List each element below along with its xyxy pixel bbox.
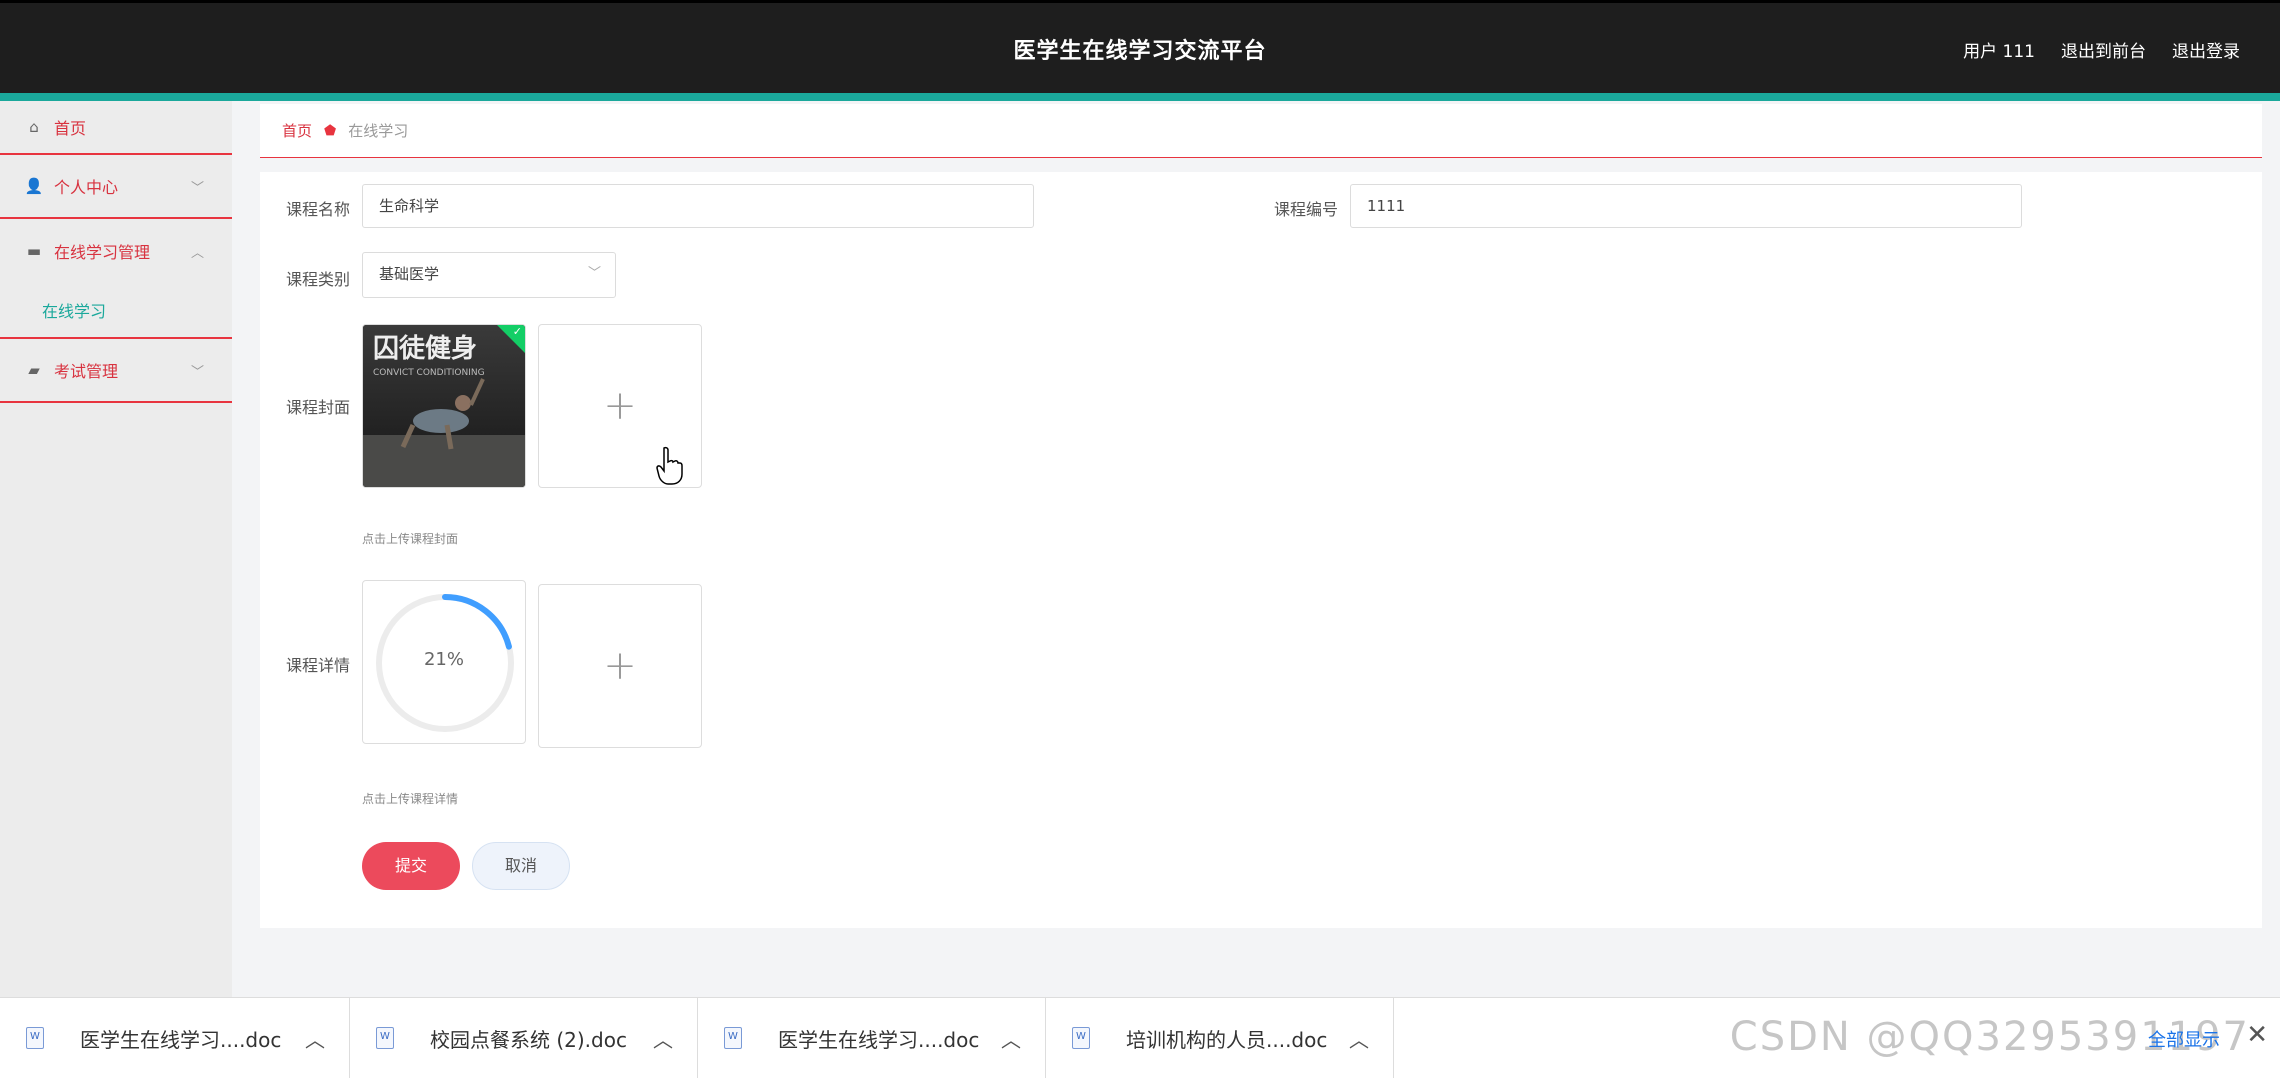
word-doc-icon	[376, 1027, 394, 1049]
course-category-label: 课程类别	[286, 270, 351, 289]
breadcrumb-separator-icon: ⬟	[324, 122, 337, 139]
sidebar-item-exam-mgmt[interactable]: ▰ 考试管理 ﹀	[0, 339, 232, 403]
cover-title: 囚徒健身	[373, 333, 477, 364]
cover-upload-hint: 点击上传课程封面	[362, 532, 459, 546]
course-detail-label: 课程详情	[286, 656, 351, 675]
sidebar-item-label: 个人中心	[54, 178, 119, 197]
back-to-front-link[interactable]: 退出到前台	[2061, 37, 2146, 62]
logout-link[interactable]: 退出登录	[2172, 37, 2240, 62]
detail-upload-button[interactable]: +	[538, 584, 702, 748]
chevron-up-icon[interactable]: ︿	[653, 1024, 673, 1053]
download-filename: 医学生在线学习....doc	[778, 1027, 980, 1052]
header-links: 用户 111 退出到前台 退出登录	[1963, 37, 2240, 62]
sidebar-item-label: 首页	[54, 119, 87, 138]
submit-button[interactable]: 提交	[362, 842, 460, 890]
detail-upload-progress: 21%	[362, 580, 526, 744]
top-header: 医学生在线学习交流平台 用户 111 退出到前台 退出登录	[0, 0, 2280, 93]
progress-percent: 21%	[423, 649, 464, 670]
course-category-value: 基础医学	[379, 265, 440, 283]
hand-cursor-icon	[656, 446, 683, 485]
download-item[interactable]: 医学生在线学习....doc ︿	[0, 998, 350, 1078]
chevron-up-icon[interactable]: ︿	[305, 1024, 325, 1053]
cover-subtitle: CONVICT CONDITIONING	[373, 368, 485, 378]
sidebar-item-label: 考试管理	[54, 362, 119, 381]
breadcrumb-home[interactable]: 首页	[282, 120, 312, 141]
user-icon: 👤	[24, 177, 44, 195]
download-item[interactable]: 培训机构的人员....doc ︿	[1046, 998, 1394, 1078]
word-doc-icon	[724, 1027, 742, 1049]
plus-icon: +	[603, 383, 637, 429]
chevron-up-icon: ︿	[190, 245, 204, 261]
user-label[interactable]: 用户 111	[1963, 37, 2035, 62]
cancel-button[interactable]: 取消	[472, 842, 570, 890]
sidebar: ⌂ 首页 👤 个人中心 ﹀ ▬ 在线学习管理 ︿ 在线学习 ▰ 考试管理 ﹀	[0, 101, 232, 997]
download-item[interactable]: 校园点餐系统 (2).doc ︿	[350, 998, 698, 1078]
chevron-up-icon[interactable]: ︿	[1349, 1024, 1369, 1053]
course-code-input[interactable]: 1111	[1350, 184, 2022, 228]
show-all-downloads-link[interactable]: 全部显示	[2148, 1026, 2220, 1052]
detail-upload-hint: 点击上传课程详情	[362, 792, 459, 806]
app-title: 医学生在线学习交流平台	[1013, 39, 1267, 64]
course-code-label: 课程编号	[1274, 200, 1339, 219]
course-category-select[interactable]: 基础医学 ﹀	[362, 252, 616, 298]
sidebar-item-label: 在线学习管理	[54, 243, 151, 262]
course-cover-label: 课程封面	[286, 398, 351, 417]
chevron-down-icon: ﹀	[190, 180, 204, 196]
course-icon: ▬	[26, 242, 42, 260]
download-item[interactable]: 医学生在线学习....doc ︿	[698, 998, 1046, 1078]
breadcrumb-current: 在线学习	[348, 122, 409, 140]
download-filename: 培训机构的人员....doc	[1126, 1027, 1328, 1052]
check-icon: ✓	[512, 325, 522, 338]
exam-icon: ▰	[28, 361, 40, 379]
sidebar-item-home[interactable]: ⌂ 首页	[0, 101, 232, 155]
course-cover-thumbnail[interactable]: 囚徒健身 CONVICT CONDITIONING ✓	[362, 324, 526, 488]
word-doc-icon	[26, 1027, 44, 1049]
download-bar: 医学生在线学习....doc ︿ 校园点餐系统 (2).doc ︿ 医学生在线学…	[0, 997, 2280, 1080]
download-filename: 校园点餐系统 (2).doc	[430, 1027, 627, 1052]
chevron-down-icon: ﹀	[587, 266, 601, 281]
chevron-up-icon[interactable]: ︿	[1001, 1024, 1021, 1053]
sidebar-item-profile[interactable]: 👤 个人中心 ﹀	[0, 155, 232, 219]
sidebar-subitem-online-learning[interactable]: 在线学习	[0, 283, 232, 339]
course-form: 课程名称 生命科学 课程编号 1111 课程类别 基础医学 ﹀ 课程封面 囚徒健…	[260, 172, 2262, 928]
home-icon: ⌂	[29, 118, 39, 136]
chevron-down-icon: ﹀	[190, 364, 204, 380]
download-filename: 医学生在线学习....doc	[80, 1027, 282, 1052]
close-icon[interactable]: ✕	[2246, 1020, 2268, 1050]
course-name-input[interactable]: 生命科学	[362, 184, 1034, 228]
breadcrumb: 首页 ⬟ 在线学习	[260, 104, 2262, 158]
header-accent-bar	[0, 93, 2280, 101]
plus-icon: +	[603, 643, 637, 689]
sidebar-item-online-learning-mgmt[interactable]: ▬ 在线学习管理 ︿	[0, 219, 232, 283]
word-doc-icon	[1072, 1027, 1090, 1049]
course-name-label: 课程名称	[286, 200, 351, 219]
